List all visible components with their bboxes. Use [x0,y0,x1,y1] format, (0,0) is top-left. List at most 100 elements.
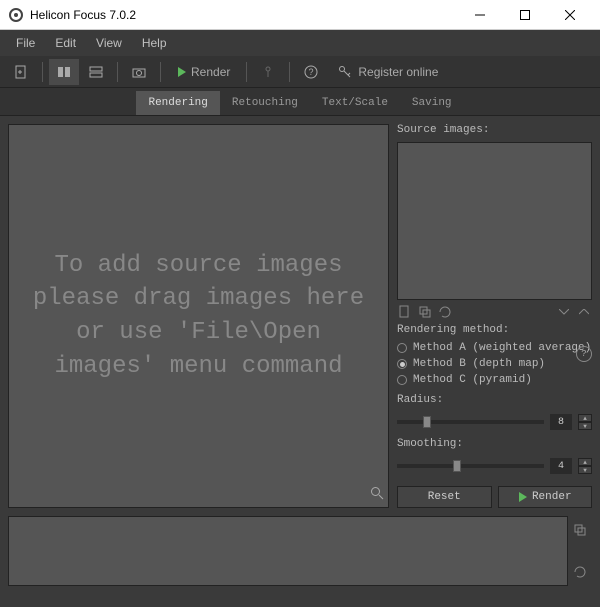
toolbar-divider [42,62,43,82]
open-file-button[interactable] [6,59,36,85]
radius-slider[interactable] [397,420,544,424]
menu-view[interactable]: View [86,33,132,53]
source-mini-toolbar [397,304,592,320]
tab-textscale[interactable]: Text/Scale [310,91,400,115]
spinner-up-icon: ▲ [578,414,592,422]
menu-bar: File Edit View Help [0,30,600,56]
bottom-side-tools [572,516,592,586]
key-icon [338,65,352,79]
pin-button[interactable] [253,59,283,85]
chevron-down-icon [559,309,569,315]
method-a-radio[interactable]: Method A (weighted average) [397,342,592,354]
smoothing-slider-row: 4 ▲▼ [397,458,592,474]
reload-stack-button[interactable] [572,564,588,580]
smoothing-value: 4 [550,458,572,474]
slider-thumb-icon [453,460,461,472]
thumbnail-strip[interactable] [8,516,568,586]
method-b-label: Method B (depth map) [413,358,545,370]
play-icon [518,492,528,502]
help-icon: ? [304,65,318,79]
app-title: Helicon Focus 7.0.2 [30,8,457,22]
reset-label: Reset [428,491,461,503]
menu-edit[interactable]: Edit [45,33,86,53]
copy-icon [573,523,587,537]
panel-buttons: Reset Render [397,486,592,508]
smoothing-slider[interactable] [397,464,544,468]
menu-help[interactable]: Help [132,33,177,53]
bottom-panel [8,516,592,586]
chevron-up-icon [579,309,589,315]
help-button[interactable]: ? [296,59,326,85]
app-logo-icon [8,7,24,23]
toolbar: Render ? Register online [0,56,600,88]
right-panel: Source images: Rendering method: ? Metho… [397,124,592,508]
rendering-method-label: Rendering method: [397,324,592,336]
zoom-button[interactable] [370,486,384,503]
layout-single-button[interactable] [49,59,79,85]
camera-button[interactable] [124,59,154,85]
collapse-down-button[interactable] [556,304,572,320]
toolbar-divider [117,62,118,82]
method-a-label: Method A (weighted average) [413,342,591,354]
refresh-icon [573,565,587,579]
toolbar-divider [246,62,247,82]
radio-icon [397,343,407,353]
file-icon [14,65,28,79]
layout-split-icon [89,65,103,79]
tab-rendering[interactable]: Rendering [136,91,219,115]
toolbar-divider [160,62,161,82]
play-icon [177,67,187,77]
menu-file[interactable]: File [6,33,45,53]
refresh-button[interactable] [437,304,453,320]
source-images-label: Source images: [397,124,592,136]
spinner-up-icon: ▲ [578,458,592,466]
radio-checked-icon [397,359,407,369]
copy-stack-button[interactable] [572,522,588,538]
source-images-list[interactable] [397,142,592,300]
copy-button[interactable] [417,304,433,320]
copy-icon [418,305,432,319]
reset-button[interactable]: Reset [397,486,492,508]
radius-spinner[interactable]: ▲▼ [578,414,592,430]
smoothing-label: Smoothing: [397,438,592,450]
register-button[interactable]: Register online [328,59,448,85]
panel-render-label: Render [532,491,572,503]
radius-value: 8 [550,414,572,430]
render-button[interactable]: Render [167,59,240,85]
maximize-button[interactable] [502,1,547,29]
method-c-label: Method C (pyramid) [413,374,532,386]
layout-split-button[interactable] [81,59,111,85]
minimize-button[interactable] [457,1,502,29]
collapse-up-button[interactable] [576,304,592,320]
main-area: To add source images please drag images … [0,116,600,516]
radius-slider-row: 8 ▲▼ [397,414,592,430]
close-button[interactable] [547,1,592,29]
camera-icon [132,65,146,79]
layout-single-icon [57,65,71,79]
method-b-radio[interactable]: Method B (depth map) [397,358,592,370]
smoothing-spinner[interactable]: ▲▼ [578,458,592,474]
radius-label: Radius: [397,394,592,406]
tab-saving[interactable]: Saving [400,91,464,115]
method-c-radio[interactable]: Method C (pyramid) [397,374,592,386]
tab-retouching[interactable]: Retouching [220,91,310,115]
register-label: Register online [358,65,438,79]
panel-render-button[interactable]: Render [498,486,593,508]
refresh-icon [438,305,452,319]
pin-icon [261,65,275,79]
magnifier-icon [370,486,384,500]
tab-bar: Rendering Retouching Text/Scale Saving [0,88,600,116]
file-plus-icon [398,305,412,319]
title-bar: Helicon Focus 7.0.2 [0,0,600,30]
spinner-down-icon: ▼ [578,422,592,430]
method-help-button[interactable]: ? [576,346,592,362]
spinner-down-icon: ▼ [578,466,592,474]
rendering-method-group: ? Method A (weighted average) Method B (… [397,342,592,386]
add-image-button[interactable] [397,304,413,320]
radio-icon [397,375,407,385]
viewport-message: To add source images please drag images … [9,239,388,393]
render-label: Render [191,65,230,79]
toolbar-divider [289,62,290,82]
slider-thumb-icon [423,416,431,428]
viewport-drop-zone[interactable]: To add source images please drag images … [8,124,389,508]
